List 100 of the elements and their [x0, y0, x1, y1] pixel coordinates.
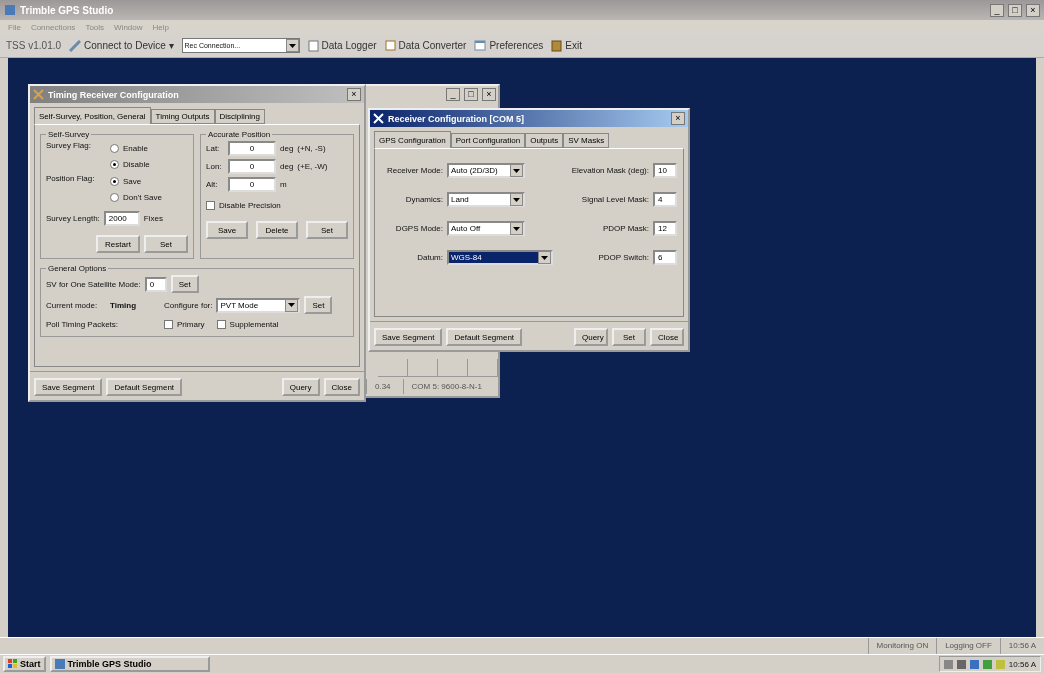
window-control-button[interactable]: □: [1008, 3, 1022, 17]
mask-field[interactable]: 12: [653, 221, 677, 236]
tab[interactable]: Outputs: [525, 133, 564, 148]
window-control-button[interactable]: _: [990, 3, 1004, 17]
dropdown-button[interactable]: [285, 39, 299, 52]
app-title: Trimble GPS Studio: [20, 4, 115, 16]
window-control-button[interactable]: ×: [482, 88, 496, 101]
dropdown-button[interactable]: [510, 222, 523, 235]
tab[interactable]: Timing Outputs: [150, 109, 215, 124]
mode-dropdown[interactable]: PVT Mode: [216, 297, 301, 313]
radio-button[interactable]: Enable: [110, 141, 150, 155]
window-icon: [474, 40, 487, 51]
sv-field[interactable]: 0: [144, 276, 167, 292]
clock: 10:56 A: [1008, 659, 1036, 669]
dropdown-button[interactable]: [285, 298, 299, 312]
segment-button[interactable]: Save Segment: [374, 328, 443, 346]
taskbar-button[interactable]: Trimble GPS Studio: [49, 656, 210, 672]
checkbox[interactable]: Disable Precision: [206, 198, 348, 212]
field-label: Lat:: [206, 144, 221, 153]
dropdown[interactable]: Auto (2D/3D): [447, 163, 525, 178]
mask-field[interactable]: 4: [653, 192, 677, 207]
coordinate-field[interactable]: 0: [228, 177, 276, 192]
segment-button[interactable]: Save Segment: [34, 378, 103, 396]
field-label: Position Flag:: [46, 174, 96, 185]
window-control-button[interactable]: □: [464, 88, 478, 101]
unit-label: m: [280, 180, 287, 189]
segment-button[interactable]: Default Segment: [106, 378, 183, 396]
survey-length-field[interactable]: 2000: [103, 211, 140, 226]
plug-icon: [69, 39, 82, 52]
window-control-button[interactable]: _: [446, 88, 460, 101]
close-button[interactable]: ×: [671, 112, 685, 125]
tools-icon: [33, 89, 44, 100]
dialog-button[interactable]: Set: [612, 328, 646, 346]
action-button[interactable]: Save: [206, 221, 248, 239]
mask-field[interactable]: 10: [653, 163, 677, 178]
set-button[interactable]: Set: [304, 296, 333, 314]
coordinate-field[interactable]: 0: [228, 159, 276, 174]
tab[interactable]: Port Configuration: [450, 133, 526, 148]
tab[interactable]: SV Masks: [563, 133, 610, 148]
grid-cell: [408, 359, 438, 377]
dropdown-arrow-icon: [541, 255, 548, 260]
toolbar-button[interactable]: Data Converter: [384, 40, 467, 51]
dropdown-arrow-icon: [288, 303, 296, 307]
checkbox[interactable]: Primary: [164, 317, 205, 331]
dialog-button[interactable]: Query: [574, 328, 608, 346]
unit-label: deg: [280, 144, 294, 153]
grid-cell: [378, 359, 408, 377]
coordinate-field[interactable]: 0: [228, 141, 276, 156]
dropdown-arrow-icon: [513, 168, 520, 173]
connect-button[interactable]: Connect to Device ▾: [69, 39, 174, 52]
dialog-button[interactable]: Close: [650, 328, 684, 346]
action-button[interactable]: Set: [306, 221, 348, 239]
app-icon: [4, 4, 16, 16]
tab[interactable]: GPS Configuration: [374, 131, 451, 148]
dropdown-button[interactable]: [538, 251, 551, 264]
radio-button[interactable]: Disable: [110, 157, 150, 171]
toolbar-button[interactable]: Exit: [551, 39, 582, 52]
dropdown-arrow-icon: [513, 197, 520, 202]
action-button[interactable]: Set: [144, 235, 188, 253]
checkbox[interactable]: Supplemental: [216, 317, 279, 331]
dialog-button[interactable]: Close: [323, 378, 360, 396]
hint-text: (+E, -W): [297, 162, 328, 171]
field-label: Receiver Mode:: [385, 166, 443, 175]
dropdown-button[interactable]: [510, 164, 523, 177]
grid-cell: [438, 359, 468, 377]
field-label: DGPS Mode:: [394, 224, 443, 233]
start-button[interactable]: Start: [3, 656, 46, 672]
field-label: Survey Length:: [46, 214, 100, 223]
set-button[interactable]: Set: [170, 275, 199, 293]
unit-label: Fixes: [143, 214, 163, 223]
dropdown[interactable]: Land: [447, 192, 525, 207]
dropdown-arrow-icon: [513, 226, 520, 231]
action-button[interactable]: Restart: [96, 235, 140, 253]
field-label: Dynamics:: [404, 195, 443, 204]
field-label: SV for One Satellite Mode:: [46, 279, 141, 289]
close-button[interactable]: ×: [347, 88, 361, 101]
action-button[interactable]: Delete: [256, 221, 298, 239]
dropdown-button[interactable]: [510, 193, 523, 206]
tab[interactable]: Disciplining: [214, 109, 265, 124]
radio-button[interactable]: Save: [110, 174, 162, 188]
unit-label: deg: [280, 162, 294, 171]
window-control-button[interactable]: ×: [1026, 3, 1040, 17]
dropdown[interactable]: WGS-84: [447, 250, 553, 265]
field-label: Configure for:: [164, 300, 213, 310]
hint-text: (+N, -S): [297, 144, 326, 153]
field-label: Poll Timing Packets:: [46, 319, 120, 329]
dialog-button[interactable]: Query: [281, 378, 320, 396]
toolbar-button[interactable]: Preferences: [474, 40, 544, 51]
version-label: TSS v1.01.0: [6, 40, 62, 51]
field-label: Datum:: [416, 253, 443, 262]
field-label: PDOP Switch:: [598, 253, 649, 262]
dropdown[interactable]: Auto Off: [447, 221, 525, 236]
mask-field[interactable]: 6: [653, 250, 677, 265]
segment-button[interactable]: Default Segment: [446, 328, 523, 346]
group-title: Self-Survey: [47, 130, 91, 139]
group-title: General Options: [47, 264, 108, 273]
tab[interactable]: Self-Survey, Position, General: [34, 107, 151, 124]
toolbar-button[interactable]: Data Logger: [307, 39, 377, 52]
radio-button[interactable]: Don't Save: [110, 190, 162, 204]
current-mode-value: Timing: [110, 300, 138, 310]
